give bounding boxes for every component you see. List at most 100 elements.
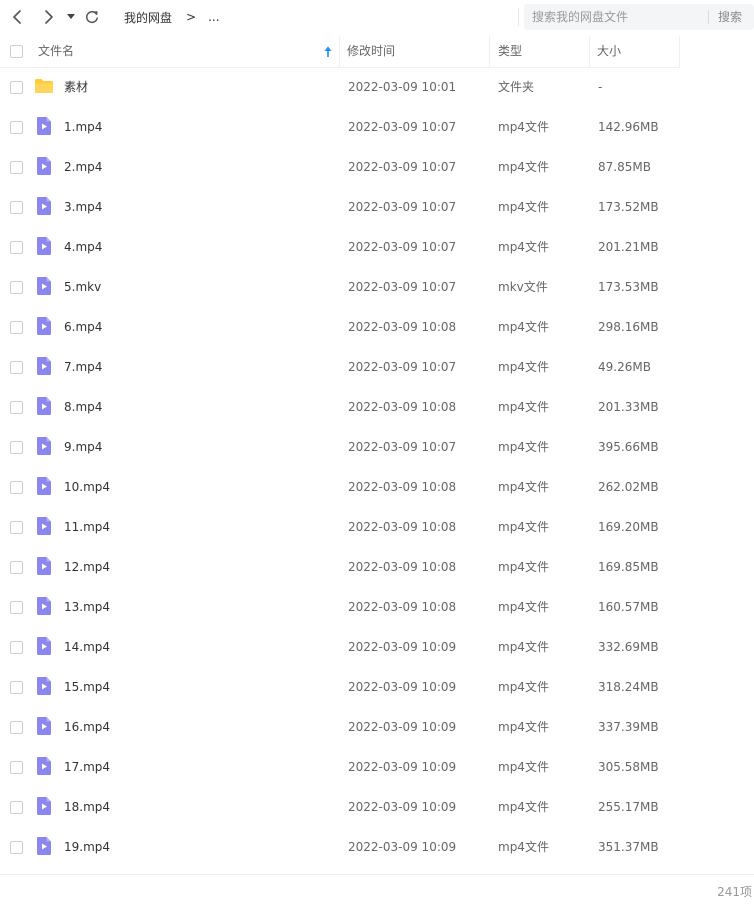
row-checkbox[interactable] — [10, 801, 23, 814]
file-size: 332.69MB — [598, 640, 659, 654]
table-row[interactable]: 18.mp4 2022-03-09 10:09 mp4文件 255.17MB — [0, 787, 754, 827]
column-divider[interactable] — [339, 36, 340, 68]
file-name[interactable]: 12.mp4 — [64, 547, 110, 587]
forward-button[interactable] — [37, 6, 59, 28]
file-name[interactable]: 17.mp4 — [64, 747, 110, 787]
breadcrumb-ellipsis[interactable]: ... — [208, 10, 219, 24]
file-name[interactable]: 16.mp4 — [64, 707, 110, 747]
file-name[interactable]: 3.mp4 — [64, 187, 102, 227]
file-name[interactable]: 6.mp4 — [64, 307, 102, 347]
row-checkbox[interactable] — [10, 601, 23, 614]
row-checkbox[interactable] — [10, 281, 23, 294]
file-size: 173.53MB — [598, 280, 659, 294]
column-header-name[interactable]: 文件名 — [38, 36, 340, 68]
row-checkbox[interactable] — [10, 441, 23, 454]
file-name[interactable]: 14.mp4 — [64, 627, 110, 667]
table-row[interactable]: 11.mp4 2022-03-09 10:08 mp4文件 169.20MB — [0, 507, 754, 547]
file-name[interactable]: 2.mp4 — [64, 147, 102, 187]
file-type: mp4文件 — [498, 480, 549, 494]
file-size: 169.85MB — [598, 560, 659, 574]
column-divider[interactable] — [489, 36, 490, 68]
video-file-icon — [37, 477, 51, 495]
row-checkbox[interactable] — [10, 481, 23, 494]
row-checkbox[interactable] — [10, 681, 23, 694]
row-checkbox[interactable] — [10, 721, 23, 734]
table-row[interactable]: 5.mkv 2022-03-09 10:07 mkv文件 173.53MB — [0, 267, 754, 307]
table-row[interactable]: 4.mp4 2022-03-09 10:07 mp4文件 201.21MB — [0, 227, 754, 267]
video-file-icon — [37, 117, 51, 135]
table-row[interactable]: 10.mp4 2022-03-09 10:08 mp4文件 262.02MB — [0, 467, 754, 507]
table-row[interactable]: 6.mp4 2022-03-09 10:08 mp4文件 298.16MB — [0, 307, 754, 347]
table-row[interactable]: 7.mp4 2022-03-09 10:07 mp4文件 49.26MB — [0, 347, 754, 387]
table-row[interactable]: 3.mp4 2022-03-09 10:07 mp4文件 173.52MB — [0, 187, 754, 227]
file-name[interactable]: 8.mp4 — [64, 387, 102, 427]
file-name[interactable]: 19.mp4 — [64, 827, 110, 867]
table-row[interactable]: 2.mp4 2022-03-09 10:07 mp4文件 87.85MB — [0, 147, 754, 187]
video-file-icon — [37, 277, 51, 295]
column-header-size[interactable]: 大小 — [597, 36, 621, 68]
row-checkbox[interactable] — [10, 521, 23, 534]
file-name[interactable]: 15.mp4 — [64, 667, 110, 707]
column-divider[interactable] — [589, 36, 590, 68]
search-button[interactable]: 搜索 — [718, 4, 742, 30]
table-row[interactable]: 15.mp4 2022-03-09 10:09 mp4文件 318.24MB — [0, 667, 754, 707]
table-row[interactable]: 12.mp4 2022-03-09 10:08 mp4文件 169.85MB — [0, 547, 754, 587]
breadcrumb-root[interactable]: 我的网盘 — [124, 9, 172, 26]
row-checkbox[interactable] — [10, 81, 23, 94]
caret-down-icon — [67, 14, 75, 19]
refresh-button[interactable] — [81, 6, 103, 28]
table-row[interactable]: 素材 2022-03-09 10:01 文件夹 - — [0, 67, 754, 107]
file-modified-time: 2022-03-09 10:08 — [348, 400, 457, 414]
file-type: mp4文件 — [498, 360, 549, 374]
file-type: mp4文件 — [498, 240, 549, 254]
file-name[interactable]: 4.mp4 — [64, 227, 102, 267]
file-name[interactable]: 11.mp4 — [64, 507, 110, 547]
file-size: 351.37MB — [598, 840, 659, 854]
column-header-modified[interactable]: 修改时间 — [347, 36, 395, 68]
file-name[interactable]: 5.mkv — [64, 267, 101, 307]
sort-arrow-up-icon[interactable] — [322, 45, 334, 59]
row-checkbox[interactable] — [10, 361, 23, 374]
file-name[interactable]: 1.mp4 — [64, 107, 102, 147]
column-divider[interactable] — [679, 36, 680, 68]
file-type: mp4文件 — [498, 520, 549, 534]
row-checkbox[interactable] — [10, 761, 23, 774]
table-row[interactable]: 19.mp4 2022-03-09 10:09 mp4文件 351.37MB — [0, 827, 754, 867]
row-checkbox[interactable] — [10, 641, 23, 654]
file-name[interactable]: 10.mp4 — [64, 467, 110, 507]
row-checkbox[interactable] — [10, 121, 23, 134]
file-type: mp4文件 — [498, 760, 549, 774]
table-row[interactable]: 14.mp4 2022-03-09 10:09 mp4文件 332.69MB — [0, 627, 754, 667]
video-file-icon — [37, 397, 51, 415]
select-all-checkbox[interactable] — [10, 45, 23, 58]
back-button[interactable] — [7, 6, 29, 28]
item-count: 241项 — [717, 885, 752, 899]
table-row[interactable]: 17.mp4 2022-03-09 10:09 mp4文件 305.58MB — [0, 747, 754, 787]
table-row[interactable]: 13.mp4 2022-03-09 10:08 mp4文件 160.57MB — [0, 587, 754, 627]
row-checkbox[interactable] — [10, 201, 23, 214]
file-name[interactable]: 7.mp4 — [64, 347, 102, 387]
history-dropdown-button[interactable] — [62, 6, 80, 28]
file-name[interactable]: 素材 — [64, 67, 88, 107]
file-type: mp4文件 — [498, 160, 549, 174]
row-checkbox[interactable] — [10, 561, 23, 574]
row-checkbox[interactable] — [10, 321, 23, 334]
search-input[interactable] — [532, 7, 704, 27]
file-name[interactable]: 13.mp4 — [64, 587, 110, 627]
column-header-type[interactable]: 类型 — [498, 36, 522, 68]
breadcrumb: 我的网盘 > ... — [124, 0, 220, 34]
row-checkbox[interactable] — [10, 241, 23, 254]
file-size: 87.85MB — [598, 160, 651, 174]
row-checkbox[interactable] — [10, 841, 23, 854]
table-row[interactable]: 1.mp4 2022-03-09 10:07 mp4文件 142.96MB — [0, 107, 754, 147]
file-size: 201.33MB — [598, 400, 659, 414]
table-row[interactable]: 16.mp4 2022-03-09 10:09 mp4文件 337.39MB — [0, 707, 754, 747]
file-name[interactable]: 9.mp4 — [64, 427, 102, 467]
row-checkbox[interactable] — [10, 161, 23, 174]
file-name[interactable]: 18.mp4 — [64, 787, 110, 827]
file-type: 文件夹 — [498, 80, 535, 94]
file-modified-time: 2022-03-09 10:07 — [348, 440, 457, 454]
row-checkbox[interactable] — [10, 401, 23, 414]
table-row[interactable]: 9.mp4 2022-03-09 10:07 mp4文件 395.66MB — [0, 427, 754, 467]
table-row[interactable]: 8.mp4 2022-03-09 10:08 mp4文件 201.33MB — [0, 387, 754, 427]
